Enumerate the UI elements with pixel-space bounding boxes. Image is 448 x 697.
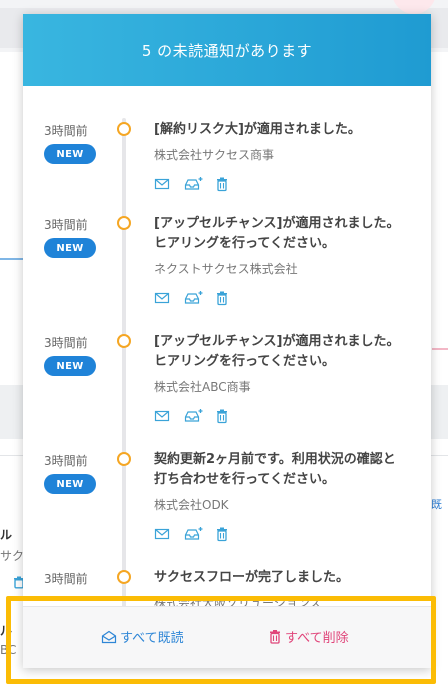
background-accent-line	[0, 258, 24, 260]
inbox-plus-icon[interactable]	[184, 408, 203, 424]
notification-actions	[154, 526, 244, 542]
notification-time: 3時間前	[44, 572, 88, 586]
notification-actions	[154, 408, 244, 424]
inbox-plus-icon[interactable]	[184, 290, 203, 306]
notification-title[interactable]: サクセスフローが完了しました。	[154, 568, 404, 588]
trash-icon[interactable]	[214, 290, 230, 306]
notification-panel-header: 5 の未読通知があります	[23, 14, 431, 86]
background-row-title: ル	[0, 528, 13, 542]
timeline-dot	[117, 122, 131, 136]
background-link[interactable]: 既	[431, 496, 442, 512]
unread-count-title: 5 の未読通知があります	[141, 41, 313, 60]
timeline-dot	[117, 452, 131, 466]
new-badge: NEW	[44, 356, 96, 376]
notification-title[interactable]: [アップセルチャンス]が適用されました。ヒアリングを行ってください。	[154, 214, 404, 254]
trash-icon[interactable]	[214, 408, 230, 424]
trash-icon[interactable]	[214, 526, 230, 542]
notification-time: 3時間前	[44, 124, 88, 138]
mail-icon[interactable]	[154, 408, 170, 424]
highlight-frame	[6, 596, 436, 684]
background-accent-line	[432, 348, 448, 350]
notification-company: 株式会社サクセス商事	[154, 148, 275, 162]
notification-item[interactable]: 3時間前 NEW [アップセルチャンス]が適用されました。ヒアリングを行ってくだ…	[23, 214, 431, 332]
notification-company: 株式会社ABC商事	[154, 380, 251, 394]
notification-panel: 5 の未読通知があります 3時間前 NEW [解約リスク大]が適用されました。 …	[23, 14, 431, 668]
notification-list: 3時間前 NEW [解約リスク大]が適用されました。 株式会社サクセス商事 3時…	[23, 86, 431, 606]
new-badge: NEW	[44, 144, 96, 164]
mail-icon[interactable]	[154, 176, 170, 192]
background-row-subtitle: サク	[0, 549, 25, 563]
notification-time: 3時間前	[44, 218, 88, 232]
inbox-plus-icon[interactable]	[184, 526, 203, 542]
timeline-dot	[117, 570, 131, 584]
new-badge: NEW	[44, 238, 96, 258]
mail-icon[interactable]	[154, 526, 170, 542]
notification-actions	[154, 176, 244, 192]
notification-item[interactable]: 3時間前 NEW [アップセルチャンス]が適用されました。ヒアリングを行ってくだ…	[23, 332, 431, 450]
new-badge: NEW	[44, 474, 96, 494]
notification-title[interactable]: [アップセルチャンス]が適用されました。ヒアリングを行ってください。	[154, 332, 404, 372]
timeline-dot	[117, 334, 131, 348]
notification-item[interactable]: 3時間前 NEW 契約更新2ヶ月前です。利用状況の確認と打ち合わせを行ってくださ…	[23, 450, 431, 568]
notification-title[interactable]: 契約更新2ヶ月前です。利用状況の確認と打ち合わせを行ってください。	[154, 450, 404, 490]
notification-time: 3時間前	[44, 336, 88, 350]
timeline-dot	[117, 216, 131, 230]
notification-title[interactable]: [解約リスク大]が適用されました。	[154, 120, 404, 140]
inbox-plus-icon[interactable]	[184, 176, 203, 192]
notification-company: 株式会社ODK	[154, 498, 229, 512]
trash-icon[interactable]	[214, 176, 230, 192]
notification-actions	[154, 290, 244, 306]
notification-company: ネクストサクセス株式会社	[154, 262, 298, 276]
notification-time: 3時間前	[44, 454, 88, 468]
mail-icon[interactable]	[154, 290, 170, 306]
